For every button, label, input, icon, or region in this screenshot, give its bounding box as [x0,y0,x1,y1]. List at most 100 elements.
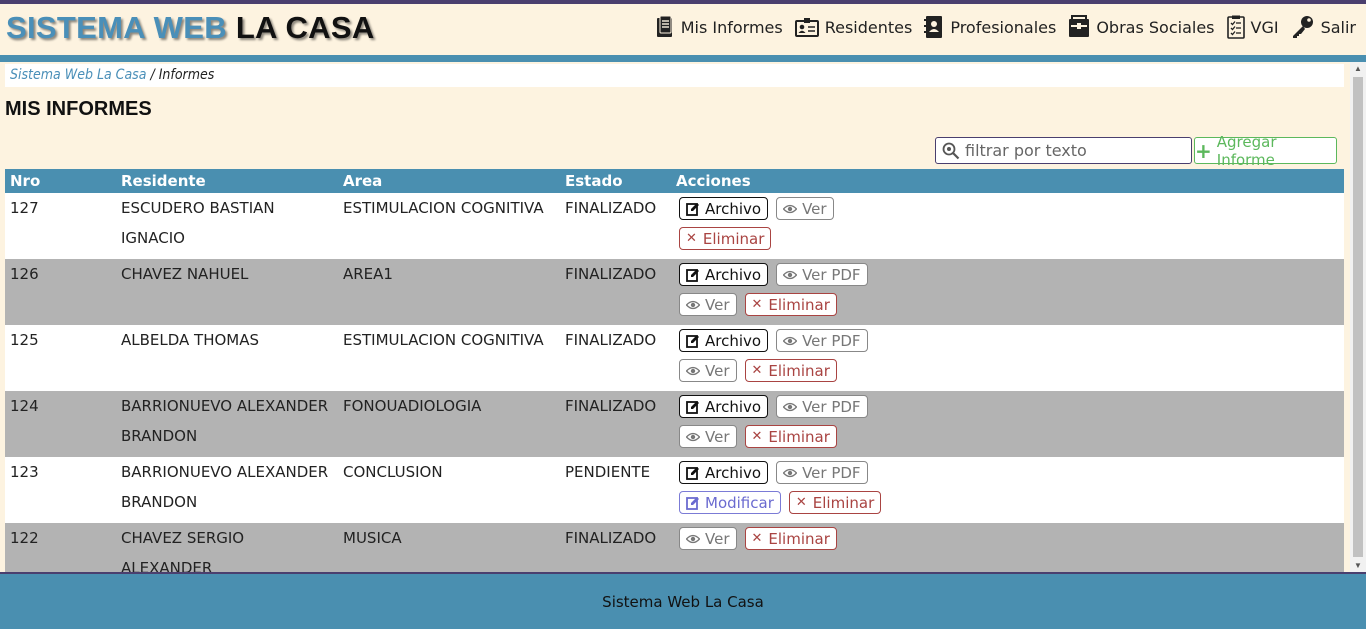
cell-acciones: Archivo Ver ✕ Eliminar [671,193,1344,259]
cell-nro: 123 [5,457,116,523]
cell-residente: ALBELDA THOMAS [116,325,338,391]
eliminar-button[interactable]: ✕ Eliminar [788,491,882,514]
button-label: Eliminar [768,427,830,446]
ver-pdf-button[interactable]: Ver PDF [776,395,868,418]
archivo-button[interactable]: Archivo [679,197,769,220]
cell-nro-text: 123 [10,463,39,481]
nav-label: VGI [1250,17,1279,37]
app-header: SISTEMA WEB LA CASA Mis Informes Residen… [0,4,1366,55]
button-label: Modificar [705,493,774,512]
archivo-button[interactable]: Archivo [679,329,769,352]
vertical-scrollbar[interactable]: ▲ ▼ [1350,62,1366,572]
col-header-residente[interactable]: Residente [116,169,338,193]
col-header-estado[interactable]: Estado [560,169,671,193]
scrollbar-thumb[interactable] [1353,77,1363,557]
brand-part2: LA CASA [235,10,375,45]
button-label: Ver PDF [802,463,861,482]
add-informe-button[interactable]: + Agregar Informe [1194,133,1337,169]
button-label: Ver [705,529,730,548]
ver-pdf-button[interactable]: Ver PDF [776,263,868,286]
nav-residentes[interactable]: Residentes [794,16,912,38]
cell-residente: CHAVEZ SERGIO ALEXANDER [116,523,338,572]
ver-pdf-button[interactable]: Ver PDF [776,461,868,484]
actions-line: Modificar ✕ Eliminar [676,490,1344,520]
cell-estado-text: FINALIZADO [565,529,657,547]
eliminar-button[interactable]: ✕ Eliminar [744,359,837,382]
cell-area: MUSICA [338,523,560,572]
eliminar-button[interactable]: ✕ Eliminar [744,293,837,316]
actions-line: Archivo Ver PDF [676,394,1344,424]
scroll-up-arrow[interactable]: ▲ [1354,64,1362,73]
scroll-down-arrow[interactable]: ▼ [1354,561,1362,570]
table-row: 125 ALBELDA THOMAS ESTIMULACION COGNITIVA F… [5,325,1344,391]
nav-vgi[interactable]: VGI [1226,15,1279,39]
nav-profesionales[interactable]: Profesionales [924,15,1056,39]
button-label: Eliminar [768,529,830,548]
cell-residente: ESCUDERO BASTIAN IGNACIO [116,193,338,259]
checklist-icon [1226,15,1245,39]
cell-area-text: ESTIMULACION COGNITIVA [343,331,544,349]
eye-icon [783,204,798,213]
modificar-button[interactable]: Modificar [679,491,781,514]
cell-residente: CHAVEZ NAHUEL [116,259,338,325]
brand-logo[interactable]: SISTEMA WEB LA CASA [6,10,375,46]
nav-salir[interactable]: Salir [1291,15,1356,39]
residente-line: CHAVEZ SERGIO ALEXANDER [121,529,245,572]
cell-estado-text: FINALIZADO [565,265,657,283]
col-header-area[interactable]: Area [338,169,560,193]
cell-estado: FINALIZADO [560,325,671,391]
button-label: Eliminar [812,493,875,512]
table-row: 126 CHAVEZ NAHUEL AREA1 FINALIZADO Archivo Ve… [5,259,1344,325]
button-label: Archivo [705,463,762,482]
ver-button[interactable]: Ver [679,425,737,448]
filter-input[interactable] [965,141,1185,160]
archivo-button[interactable]: Archivo [679,263,769,286]
edit-icon [686,202,699,216]
edit-icon [686,466,699,480]
nav-mis-informes[interactable]: Mis Informes [655,15,783,39]
cell-nro: 126 [5,259,116,325]
breadcrumb-home-link[interactable]: Sistema Web La Casa [10,67,146,83]
archivo-button[interactable]: Archivo [679,395,769,418]
eye-icon [686,432,700,441]
ver-pdf-button[interactable]: Ver PDF [776,329,868,352]
table-header-row: Nro Residente Area Estado Acciones [5,169,1344,193]
add-informe-label: Agregar Informe [1216,132,1277,169]
key-icon [1292,16,1313,38]
residente-line: BRANDON [121,427,198,445]
cell-estado: FINALIZADO [560,523,671,572]
cell-area: ESTIMULACION COGNITIVA [338,325,560,391]
ver-button[interactable]: Ver [776,197,834,220]
brand-part1: SISTEMA WEB [6,10,227,45]
table-body: 127 ESCUDERO BASTIAN IGNACIO ESTIMULACION … [5,193,1344,572]
page-title: MIS INFORMES [5,98,152,120]
cell-residente: BARRIONUEVO ALEXANDER BRANDON [116,457,338,523]
ver-button[interactable]: Ver [679,359,737,382]
actions-line: Ver ✕ Eliminar [676,358,1344,388]
nav-label: Profesionales [950,17,1057,37]
archivo-button[interactable]: Archivo [679,461,769,484]
eliminar-button[interactable]: ✕ Eliminar [744,527,837,550]
cell-nro-text: 125 [10,331,39,349]
box-icon [1069,15,1090,37]
close-icon: ✕ [686,231,697,246]
cell-area: ESTIMULACION COGNITIVA [338,193,560,259]
cell-estado-text: FINALIZADO [565,331,657,349]
footer-text: Sistema Web La Casa [602,592,764,611]
nav-label: Obras Sociales [1096,17,1215,37]
residente-line: ESCUDERO BASTIAN IGNACIO [121,199,275,247]
nav-obras-sociales[interactable]: Obras Sociales [1068,15,1215,39]
informes-table: Nro Residente Area Estado Acciones 127 ES… [5,169,1344,572]
eliminar-button[interactable]: ✕ Eliminar [744,425,837,448]
eliminar-button[interactable]: ✕ Eliminar [679,227,772,250]
main-nav: Mis Informes Residentes Profesionales Ob… [643,15,1356,39]
ver-button[interactable]: Ver [679,293,737,316]
actions-line: Ver ✕ Eliminar [676,292,1344,322]
col-header-nro[interactable]: Nro [5,169,116,193]
ver-button[interactable]: Ver [679,527,737,550]
cell-estado-text: FINALIZADO [565,199,657,217]
cell-acciones: Archivo Ver PDF Ver ✕ Eliminar [671,391,1344,457]
col-header-acciones: Acciones [676,172,751,190]
cell-nro: 122 [5,523,116,572]
app-footer: Sistema Web La Casa [0,572,1366,629]
